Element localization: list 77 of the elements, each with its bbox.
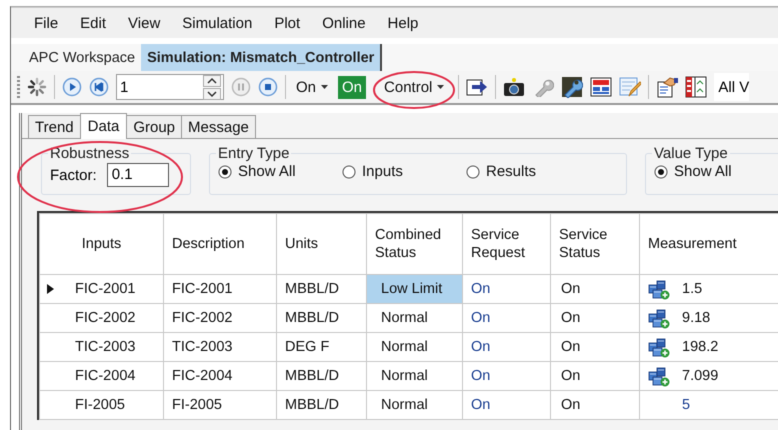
table-cell: FI-2005 <box>75 397 125 413</box>
table-cell: On <box>462 332 550 362</box>
loading-spinner-icon[interactable] <box>27 77 47 97</box>
hand-document-icon[interactable] <box>656 76 678 98</box>
table-cell: FIC-2002 <box>75 310 136 326</box>
spin-up-icon[interactable] <box>203 74 221 86</box>
table-cell: 198.2 <box>682 339 718 355</box>
table-cell: On <box>550 390 640 420</box>
menu-item[interactable]: Online <box>311 14 377 32</box>
group-title: Robustness <box>49 145 130 162</box>
table-cell: TIC-2003 <box>164 332 276 362</box>
table-cell: FIC-2004 <box>75 368 136 384</box>
table-cell: 9.18 <box>682 310 710 326</box>
table-cell: 1.5 <box>682 281 702 297</box>
play-icon[interactable] <box>62 77 82 97</box>
status-button[interactable]: On <box>338 76 366 98</box>
group-title: Entry Type <box>217 145 290 162</box>
radio-icon[interactable] <box>466 164 480 178</box>
menu-item[interactable]: Plot <box>263 14 312 32</box>
menu-item[interactable]: Help <box>376 14 430 32</box>
table-cell: Normal <box>366 332 462 362</box>
table-cell: On <box>550 304 640 332</box>
export-icon[interactable] <box>466 77 488 97</box>
table-cell: TIC-2003 <box>75 339 136 355</box>
panel-tab[interactable]: Trend <box>28 115 81 138</box>
factor-field[interactable]: 0.1 <box>106 163 169 187</box>
chart-window-icon[interactable] <box>590 77 612 97</box>
table-cell: DEG F <box>276 332 366 362</box>
table-cell: 7.099 <box>682 368 718 384</box>
table-cell: On <box>550 362 640 390</box>
radio-option[interactable]: Results <box>466 163 590 180</box>
field-label: Factor: <box>50 166 97 184</box>
menu-item[interactable]: Simulation <box>171 14 264 32</box>
panel-tab[interactable]: Message <box>181 115 256 138</box>
menu-item[interactable]: Edit <box>69 14 118 32</box>
radio-icon[interactable] <box>654 164 668 178</box>
radio-icon[interactable] <box>342 164 356 178</box>
table-cell: On <box>550 274 640 304</box>
table-cell: Normal <box>366 390 462 420</box>
spin-down-icon[interactable] <box>203 88 221 100</box>
mode-dropdown[interactable]: On <box>293 76 332 98</box>
table-cell: FIC-2001 <box>75 281 136 297</box>
step-icon[interactable] <box>89 77 109 97</box>
table-cell: FI-2005 <box>164 390 276 420</box>
table-cell: FIC-2004 <box>164 362 276 390</box>
group-title: Value Type <box>653 145 729 162</box>
table-cell: On <box>462 390 550 420</box>
caret-icon <box>437 85 444 89</box>
table-cell: FIC-2001 <box>164 274 276 304</box>
table-cell: Normal <box>366 362 462 390</box>
menu-item[interactable]: View <box>117 14 172 32</box>
panel-tab[interactable]: Data <box>80 113 128 139</box>
workspace-tab[interactable]: APC Workspace <box>23 44 142 71</box>
table-cell: 5 <box>682 397 690 413</box>
camera-icon[interactable] <box>503 77 526 97</box>
table-cell: On <box>550 332 640 362</box>
table-cell: Normal <box>366 304 462 332</box>
table-cell: FIC-2002 <box>164 304 276 332</box>
radio-icon[interactable] <box>218 164 232 178</box>
menu-item[interactable]: File <box>23 14 70 32</box>
panel-tab[interactable]: Group <box>126 115 182 138</box>
radio-option[interactable]: Inputs <box>342 163 466 180</box>
table-cell: On <box>462 274 550 304</box>
stop-icon[interactable] <box>258 77 278 97</box>
notepad-pencil-icon[interactable] <box>619 76 642 98</box>
split-panel-icon[interactable] <box>685 76 708 98</box>
table-cell: Low Limit <box>366 274 462 304</box>
table-cell: On <box>462 304 550 332</box>
workspace-tab[interactable]: Simulation: Mismatch_Controller <box>141 44 382 71</box>
table-cell: On <box>462 362 550 390</box>
table-cell: MBBL/D <box>276 362 366 390</box>
caret-icon <box>321 85 328 89</box>
radio-option[interactable]: Show All <box>654 163 732 180</box>
table-cell: MBBL/D <box>276 390 366 420</box>
view-field[interactable]: All V <box>714 73 750 101</box>
radio-option[interactable]: Show All <box>218 163 342 180</box>
table-cell: MBBL/D <box>276 304 366 332</box>
